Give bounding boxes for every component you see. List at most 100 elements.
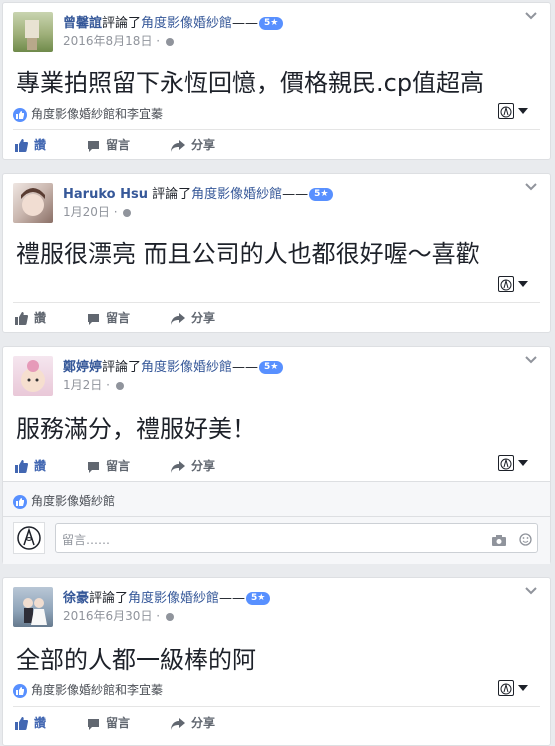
globe-icon xyxy=(123,208,132,217)
reviews-feed: 曾馨誼評論了角度影像婚紗館—— 5★ 2016年8月18日 · 專業拍照留下永恆回… xyxy=(0,0,555,746)
rating-badge: 5★ xyxy=(309,188,334,201)
rating-badge: 5★ xyxy=(259,361,284,374)
post-date[interactable]: 2016年8月18日 xyxy=(63,34,152,48)
share-arrow-icon xyxy=(171,460,185,473)
globe-icon xyxy=(165,37,174,46)
page-link[interactable]: 角度影像婚紗館 xyxy=(128,591,219,606)
chevron-down-icon[interactable] xyxy=(524,182,538,192)
caret-down-icon xyxy=(518,108,528,114)
smiley-icon[interactable] xyxy=(519,531,532,550)
comments-area: 角度影像婚紗館 留言…… xyxy=(3,481,550,564)
avatar[interactable] xyxy=(13,12,53,52)
thumbs-up-icon xyxy=(15,717,28,730)
speech-bubble-icon xyxy=(88,461,99,473)
review-verb: 評論了 xyxy=(152,187,192,202)
thumbs-up-icon xyxy=(15,460,28,473)
separator-dash: —— xyxy=(282,187,309,202)
review-post: 曾馨誼評論了角度影像婚紗館—— 5★ 2016年8月18日 · 專業拍照留下永恆回… xyxy=(2,2,551,160)
page-link[interactable]: 角度影像婚紗館 xyxy=(191,187,282,202)
action-bar: 讚 留言 分享 xyxy=(15,714,535,736)
thumbs-up-icon xyxy=(13,107,27,122)
likes-summary[interactable]: 角度影像婚紗館和李宜蓁 xyxy=(13,105,163,122)
share-arrow-icon xyxy=(171,717,185,730)
likes-summary[interactable]: 角度影像婚紗館 xyxy=(13,492,115,509)
likes-summary[interactable]: 角度影像婚紗館和李宜蓁 xyxy=(13,681,163,698)
post-date[interactable]: 2016年6月30日 xyxy=(63,609,152,623)
likes-label: 角度影像婚紗館 xyxy=(31,494,116,508)
post-header: 曾馨誼評論了角度影像婚紗館—— 5★ 2016年8月18日 · xyxy=(13,9,533,52)
page-link[interactable]: 角度影像婚紗館 xyxy=(141,16,232,31)
reviewer-name[interactable]: Haruko Hsu xyxy=(63,187,148,202)
chevron-down-icon[interactable] xyxy=(524,355,538,365)
page-selector[interactable] xyxy=(498,680,532,698)
caret-down-icon xyxy=(518,685,528,691)
page-logo-icon xyxy=(498,276,514,292)
globe-icon xyxy=(115,381,124,390)
globe-icon xyxy=(165,612,174,621)
avatar[interactable] xyxy=(13,587,53,627)
comment-input[interactable]: 留言…… xyxy=(55,523,538,553)
review-text: 專業拍照留下永恆回憶，價格親民.cp值超高 xyxy=(16,69,485,97)
share-button[interactable]: 分享 xyxy=(171,714,215,731)
comment-button[interactable]: 留言 xyxy=(87,309,130,326)
review-text: 全部的人都一級棒的阿 xyxy=(16,646,256,674)
like-button[interactable]: 讚 xyxy=(15,136,46,153)
post-header: 鄭婷婷評論了角度影像婚紗館—— 5★ 1月2日 · xyxy=(13,353,533,396)
page-logo-icon xyxy=(17,526,41,550)
post-header: Haruko Hsu 評論了角度影像婚紗館—— 5★ 1月20日 · xyxy=(13,180,533,223)
caret-down-icon xyxy=(518,281,528,287)
rating-badge: 5★ xyxy=(246,592,271,605)
page-selector[interactable] xyxy=(498,276,532,294)
thumbs-up-icon xyxy=(15,312,28,325)
thumbs-up-icon xyxy=(13,494,27,509)
divider xyxy=(13,302,540,303)
share-button[interactable]: 分享 xyxy=(171,309,215,326)
comment-button[interactable]: 留言 xyxy=(87,136,130,153)
post-date[interactable]: 1月20日 xyxy=(63,205,110,219)
commenter-avatar[interactable] xyxy=(13,522,45,554)
speech-bubble-icon xyxy=(88,313,99,325)
avatar[interactable] xyxy=(13,356,53,396)
chevron-down-icon[interactable] xyxy=(524,586,538,596)
review-text: 禮服很漂亮 而且公司的人也都很好喔～喜歡 xyxy=(16,240,480,268)
action-bar: 讚 留言 分享 xyxy=(15,136,535,158)
likes-label: 角度影像婚紗館和李宜蓁 xyxy=(31,683,164,697)
share-button[interactable]: 分享 xyxy=(171,136,215,153)
camera-icon[interactable] xyxy=(491,531,506,550)
review-post: Haruko Hsu 評論了角度影像婚紗館—— 5★ 1月20日 · 禮服很漂亮 … xyxy=(2,173,551,333)
thumbs-up-icon xyxy=(15,139,28,152)
avatar[interactable] xyxy=(13,183,53,223)
action-bar: 讚 留言 分享 xyxy=(15,457,535,479)
likes-label: 角度影像婚紗館和李宜蓁 xyxy=(31,107,164,121)
rating-badge: 5★ xyxy=(259,17,284,30)
thumbs-up-icon xyxy=(13,683,27,698)
like-button[interactable]: 讚 xyxy=(15,309,46,326)
page-selector[interactable] xyxy=(498,103,532,121)
share-arrow-icon xyxy=(171,312,185,325)
page-logo-icon xyxy=(498,103,514,119)
review-post: 徐豪評論了角度影像婚紗館—— 5★ 2016年6月30日 · 全部的人都一級棒的阿… xyxy=(2,577,551,746)
divider xyxy=(13,706,540,707)
page-link[interactable]: 角度影像婚紗館 xyxy=(141,360,232,375)
review-post: 鄭婷婷評論了角度影像婚紗館—— 5★ 1月2日 · 服務滿分，禮服好美！ 讚 留言… xyxy=(2,346,551,564)
reviewer-name[interactable]: 徐豪 xyxy=(63,591,89,606)
speech-bubble-icon xyxy=(88,140,99,152)
review-text: 服務滿分，禮服好美！ xyxy=(16,415,256,443)
review-verb: 評論了 xyxy=(102,16,142,31)
reviewer-name[interactable]: 曾馨誼 xyxy=(63,16,102,31)
review-verb: 評論了 xyxy=(89,591,129,606)
comment-button[interactable]: 留言 xyxy=(87,457,130,474)
reviewer-name[interactable]: 鄭婷婷 xyxy=(63,360,102,375)
separator-dash: —— xyxy=(219,591,246,606)
post-header: 徐豪評論了角度影像婚紗館—— 5★ 2016年6月30日 · xyxy=(13,584,533,627)
divider xyxy=(3,516,550,517)
speech-bubble-icon xyxy=(88,718,99,730)
like-button[interactable]: 讚 xyxy=(15,714,46,731)
comment-button[interactable]: 留言 xyxy=(87,714,130,731)
share-button[interactable]: 分享 xyxy=(171,457,215,474)
action-bar: 讚 留言 分享 xyxy=(15,309,535,331)
chevron-down-icon[interactable] xyxy=(524,11,538,21)
separator-dash: —— xyxy=(232,16,259,31)
like-button[interactable]: 讚 xyxy=(15,457,46,474)
post-date[interactable]: 1月2日 xyxy=(63,378,102,392)
